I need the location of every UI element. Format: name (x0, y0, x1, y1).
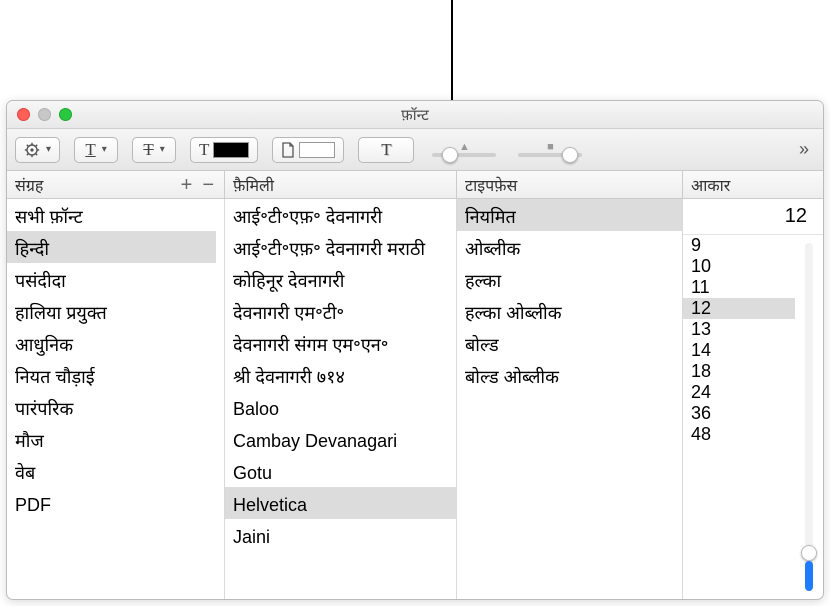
shadow-opacity-slider[interactable]: ▲ (428, 143, 500, 157)
scrollbar-track (805, 243, 813, 591)
typeface-item[interactable]: हल्का ओब्लीक (457, 295, 682, 327)
size-input[interactable] (683, 203, 813, 230)
text-color-button[interactable]: T (190, 137, 258, 163)
triangle-up-icon: ▲ (459, 143, 470, 153)
typeface-header: टाइपफ़ेस (457, 171, 683, 198)
family-item[interactable]: श्री देवनागरी ७१४ (225, 359, 456, 391)
text-shadow-icon: T (381, 140, 391, 160)
size-item[interactable]: 18 (683, 361, 795, 382)
size-pane: 9101112131418243648 (683, 199, 823, 599)
scrollbar-thumb[interactable] (801, 545, 817, 561)
family-item[interactable]: देवनागरी संगम एम॰एन॰ (225, 327, 456, 359)
size-scrollbar[interactable] (795, 235, 823, 599)
size-item[interactable]: 11 (683, 277, 795, 298)
size-header: आकार (683, 171, 823, 198)
collection-header-label: संग्रह (15, 174, 43, 196)
family-list[interactable]: आई॰टी॰एफ़॰ देवनागरीआई॰टी॰एफ़॰ देवनागरी म… (225, 199, 457, 599)
chevron-down-icon: ▾ (102, 144, 107, 155)
titlebar: फ़ॉन्ट (7, 101, 823, 129)
typeface-item[interactable]: ओब्लीक (457, 231, 682, 263)
family-item[interactable]: Cambay Devanagari (225, 423, 456, 455)
typeface-list[interactable]: नियमितओब्लीकहल्काहल्का ओब्लीकबोल्डबोल्ड … (457, 199, 683, 599)
typeface-header-label: टाइपफ़ेस (465, 174, 517, 196)
size-input-row (683, 199, 823, 235)
family-header-label: फ़ैमिली (233, 174, 274, 196)
underline-button[interactable]: T ▾ (74, 137, 118, 163)
collection-list[interactable]: सभी फ़ॉन्टहिन्दीपसंदीदाहालिया प्रयुक्तआध… (7, 199, 225, 599)
size-item[interactable]: 9 (683, 235, 795, 256)
chevron-down-icon: ▾ (160, 144, 165, 155)
remove-collection-button[interactable]: − (202, 178, 214, 192)
collection-item[interactable]: आधुनिक (7, 327, 216, 359)
toolbar: ▾ T ▾ T ▾ T T ▲ (7, 129, 823, 171)
family-item[interactable]: Gotu (225, 455, 456, 487)
slider-track (432, 153, 496, 157)
collection-item[interactable]: PDF (7, 487, 216, 519)
size-item[interactable]: 10 (683, 256, 795, 277)
slider-thumb[interactable] (562, 147, 578, 163)
gear-icon (24, 142, 40, 158)
fonts-window: फ़ॉन्ट ▾ T ▾ T ▾ T (6, 100, 824, 600)
action-menu-button[interactable]: ▾ (15, 137, 60, 163)
size-item[interactable]: 48 (683, 424, 795, 445)
family-item[interactable]: कोहिनूर देवनागरी (225, 263, 456, 295)
text-color-icon: T (199, 140, 209, 160)
size-header-label: आकार (691, 174, 730, 196)
collection-item[interactable]: हालिया प्रयुक्त (7, 295, 216, 327)
square-icon: ■ (547, 143, 554, 153)
typeface-item[interactable]: नियमित (457, 199, 682, 231)
family-item[interactable]: आई॰टी॰एफ़॰ देवनागरी मराठी (225, 231, 456, 263)
size-item[interactable]: 36 (683, 403, 795, 424)
chevron-double-right-icon: » (799, 139, 809, 159)
strikethrough-icon: T (143, 140, 153, 160)
collection-item[interactable]: नियत चौड़ाई (7, 359, 216, 391)
size-item[interactable]: 24 (683, 382, 795, 403)
collection-item[interactable]: सभी फ़ॉन्ट (7, 199, 216, 231)
text-effects-button[interactable]: T (358, 137, 414, 163)
text-color-swatch (213, 142, 249, 158)
toolbar-overflow-button[interactable]: » (793, 139, 815, 160)
family-header: फ़ैमिली (225, 171, 457, 198)
window-title: फ़ॉन्ट (7, 105, 823, 125)
strikethrough-button[interactable]: T ▾ (132, 137, 176, 163)
size-list[interactable]: 9101112131418243648 (683, 235, 795, 599)
collection-item[interactable]: हिन्दी (7, 231, 216, 263)
family-item[interactable]: Helvetica (225, 487, 456, 519)
typeface-item[interactable]: हल्का (457, 263, 682, 295)
typeface-item[interactable]: बोल्ड (457, 327, 682, 359)
collection-header: संग्रह + − (7, 171, 225, 198)
size-item[interactable]: 12 (683, 298, 795, 319)
document-color-button[interactable] (272, 137, 344, 163)
scrollbar-below-thumb (805, 561, 813, 591)
slider-thumb[interactable] (442, 147, 458, 163)
typeface-item[interactable]: बोल्ड ओब्लीक (457, 359, 682, 391)
document-color-swatch (299, 142, 335, 158)
slider-track (518, 153, 582, 157)
column-headers: संग्रह + − फ़ैमिली टाइपफ़ेस आकार (7, 171, 823, 199)
collection-item[interactable]: वेब (7, 455, 216, 487)
collection-item[interactable]: पसंदीदा (7, 263, 216, 295)
add-collection-button[interactable]: + (181, 178, 193, 192)
size-item[interactable]: 14 (683, 340, 795, 361)
family-item[interactable]: Baloo (225, 391, 456, 423)
size-body: 9101112131418243648 (683, 235, 823, 599)
family-item[interactable]: Jaini (225, 519, 456, 551)
chevron-down-icon: ▾ (46, 144, 51, 155)
family-item[interactable]: देवनागरी एम॰टी॰ (225, 295, 456, 327)
family-item[interactable]: आई॰टी॰एफ़॰ देवनागरी (225, 199, 456, 231)
shadow-blur-slider[interactable]: ■ (514, 143, 586, 157)
size-item[interactable]: 13 (683, 319, 795, 340)
underline-icon: T (85, 140, 95, 160)
panel-body: सभी फ़ॉन्टहिन्दीपसंदीदाहालिया प्रयुक्तआध… (7, 199, 823, 599)
collection-item[interactable]: मौज (7, 423, 216, 455)
collection-item[interactable]: पारंपरिक (7, 391, 216, 423)
page-icon (281, 142, 295, 158)
